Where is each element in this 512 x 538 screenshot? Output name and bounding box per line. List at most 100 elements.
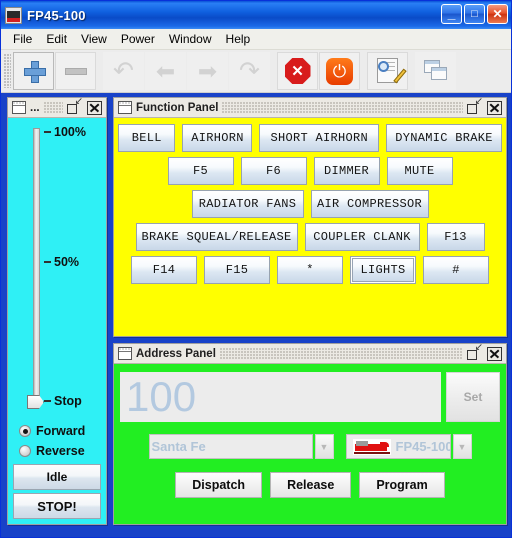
address-actions: Dispatch Release Program <box>120 472 500 498</box>
type-combo[interactable]: FP45-100 ▼ <box>345 434 472 459</box>
function-button-mute[interactable]: MUTE <box>386 157 453 185</box>
chevron-down-icon[interactable]: ▼ <box>452 434 472 459</box>
undo-button[interactable]: ↶ <box>103 52 144 90</box>
back-button[interactable]: ⬅ <box>145 52 186 90</box>
function-button-radiator-fans[interactable]: RADIATOR FANS <box>191 190 304 218</box>
idle-button[interactable]: Idle <box>13 464 101 490</box>
stop-button[interactable]: STOP! <box>13 493 101 519</box>
forward-button[interactable]: ➡ <box>187 52 228 90</box>
address-input-row: 100 Set <box>120 372 500 422</box>
function-button-bell[interactable]: BELL <box>118 124 176 152</box>
left-arrow-icon: ⬅ <box>155 57 176 84</box>
address-panel-body: 100 Set Santa Fe ▼ FP45-100 ▼ Dispatch R… <box>114 364 506 524</box>
redo-button[interactable]: ↷ <box>229 52 270 90</box>
throttle-slider[interactable]: 100% 50% Stop <box>13 122 101 421</box>
function-row: F14 F15 * LIGHTS # <box>118 256 502 284</box>
menu-window[interactable]: Window <box>164 30 221 48</box>
type-combo-value: FP45-100 <box>395 439 451 454</box>
function-panel-title: Function Panel <box>136 101 219 114</box>
toolbar-group-power: ✕ ⏻ <box>277 52 361 90</box>
function-button-airhorn[interactable]: AIRHORN <box>182 124 253 152</box>
function-button-brake-squeal-release[interactable]: BRAKE SQUEAL/RELEASE <box>135 223 298 251</box>
throttle-panel: ... 100% 50% Stop <box>7 97 107 525</box>
close-button[interactable]: ✕ <box>487 4 508 24</box>
roster-combo[interactable]: Santa Fe ▼ <box>148 434 334 459</box>
combo-row: Santa Fe ▼ FP45-100 ▼ <box>120 434 500 459</box>
document-magnifier-pencil-icon <box>375 58 407 84</box>
slider-thumb[interactable] <box>27 395 44 409</box>
address-panel-title: Address Panel <box>136 347 216 360</box>
function-panel-titlebar[interactable]: Function Panel <box>114 97 506 118</box>
restore-icon[interactable] <box>467 343 483 360</box>
desktop-pane: ... 100% 50% Stop <box>1 93 511 537</box>
menu-file[interactable]: File <box>8 30 41 48</box>
function-button-f15[interactable]: F15 <box>204 256 270 284</box>
minimize-button[interactable]: _ <box>441 4 462 24</box>
function-button-f13[interactable]: F13 <box>426 223 485 251</box>
close-icon[interactable] <box>487 100 502 115</box>
slider-track[interactable] <box>33 128 40 405</box>
menu-help[interactable]: Help <box>221 30 260 48</box>
locomotive-icon <box>5 6 22 24</box>
function-button-short-airhorn[interactable]: SHORT AIRHORN <box>259 124 379 152</box>
chevron-down-icon[interactable]: ▼ <box>314 434 334 459</box>
function-button-hash[interactable]: # <box>423 256 489 284</box>
function-button-coupler-clank[interactable]: COUPLER CLANK <box>304 223 420 251</box>
address-input[interactable]: 100 <box>120 372 441 422</box>
restore-icon[interactable] <box>467 97 483 114</box>
menu-power[interactable]: Power <box>116 30 164 48</box>
address-panel: Address Panel 100 Set Santa Fe <box>113 343 507 525</box>
direction-forward-radio[interactable]: Forward <box>19 424 101 438</box>
close-icon[interactable] <box>487 346 502 361</box>
function-panel-controls <box>467 97 504 115</box>
stop-button[interactable]: ✕ <box>277 52 318 90</box>
right-arrow-icon: ➡ <box>197 57 218 84</box>
power-button[interactable]: ⏻ <box>319 52 360 90</box>
menu-view[interactable]: View <box>76 30 116 48</box>
windows-button[interactable] <box>415 52 456 90</box>
roster-combo-value: Santa Fe <box>148 434 313 459</box>
close-icon[interactable] <box>87 100 102 115</box>
minimize-icon: _ <box>447 5 456 21</box>
function-row: BELL AIRHORN SHORT AIRHORN DYNAMIC BRAKE <box>118 124 502 152</box>
toolbar-grip[interactable] <box>4 54 11 88</box>
window-title: FP45-100 <box>27 7 86 23</box>
function-panel-body: BELL AIRHORN SHORT AIRHORN DYNAMIC BRAKE… <box>114 118 506 336</box>
throttle-panel-titlebar[interactable]: ... <box>8 97 106 118</box>
function-button-air-compressor[interactable]: AIR COMPRESSOR <box>310 190 429 218</box>
direction-reverse-radio[interactable]: Reverse <box>19 444 101 458</box>
redo-arrow-icon: ↷ <box>239 56 260 85</box>
direction-forward-label: Forward <box>36 424 86 438</box>
function-button-f6[interactable]: F6 <box>240 157 307 185</box>
cascade-windows-icon <box>423 60 449 82</box>
function-button-lights[interactable]: LIGHTS <box>350 256 416 284</box>
set-button[interactable]: Set <box>446 372 500 422</box>
program-button[interactable]: Program <box>359 472 445 498</box>
address-panel-controls <box>467 343 504 361</box>
function-button-f14[interactable]: F14 <box>131 256 197 284</box>
function-button-dimmer[interactable]: DIMMER <box>313 157 380 185</box>
restore-icon[interactable] <box>67 97 83 114</box>
dispatch-button[interactable]: Dispatch <box>175 472 263 498</box>
plus-icon <box>23 60 46 83</box>
function-row: BRAKE SQUEAL/RELEASE COUPLER CLANK F13 <box>118 223 502 251</box>
remove-button[interactable] <box>55 52 96 90</box>
function-button-asterisk[interactable]: * <box>277 256 343 284</box>
window-icon <box>118 101 132 114</box>
maximize-button[interactable]: □ <box>464 4 485 24</box>
menu-edit[interactable]: Edit <box>41 30 76 48</box>
window-icon <box>12 101 26 114</box>
slider-tick-stop: Stop <box>44 394 82 408</box>
add-button[interactable] <box>13 52 54 90</box>
slider-tick-50: 50% <box>44 255 79 269</box>
window-titlebar: FP45-100 _ □ ✕ <box>1 1 511 29</box>
function-button-f5[interactable]: F5 <box>167 157 234 185</box>
edit-roster-button[interactable] <box>367 52 408 90</box>
release-button[interactable]: Release <box>270 472 352 498</box>
locomotive-thumb-icon <box>352 438 391 455</box>
address-panel-titlebar[interactable]: Address Panel <box>114 343 506 364</box>
radio-selected-icon <box>19 425 31 437</box>
function-button-dynamic-brake[interactable]: DYNAMIC BRAKE <box>386 124 502 152</box>
menubar: File Edit View Power Window Help <box>1 29 511 50</box>
slider-tick-100: 100% <box>44 125 86 139</box>
